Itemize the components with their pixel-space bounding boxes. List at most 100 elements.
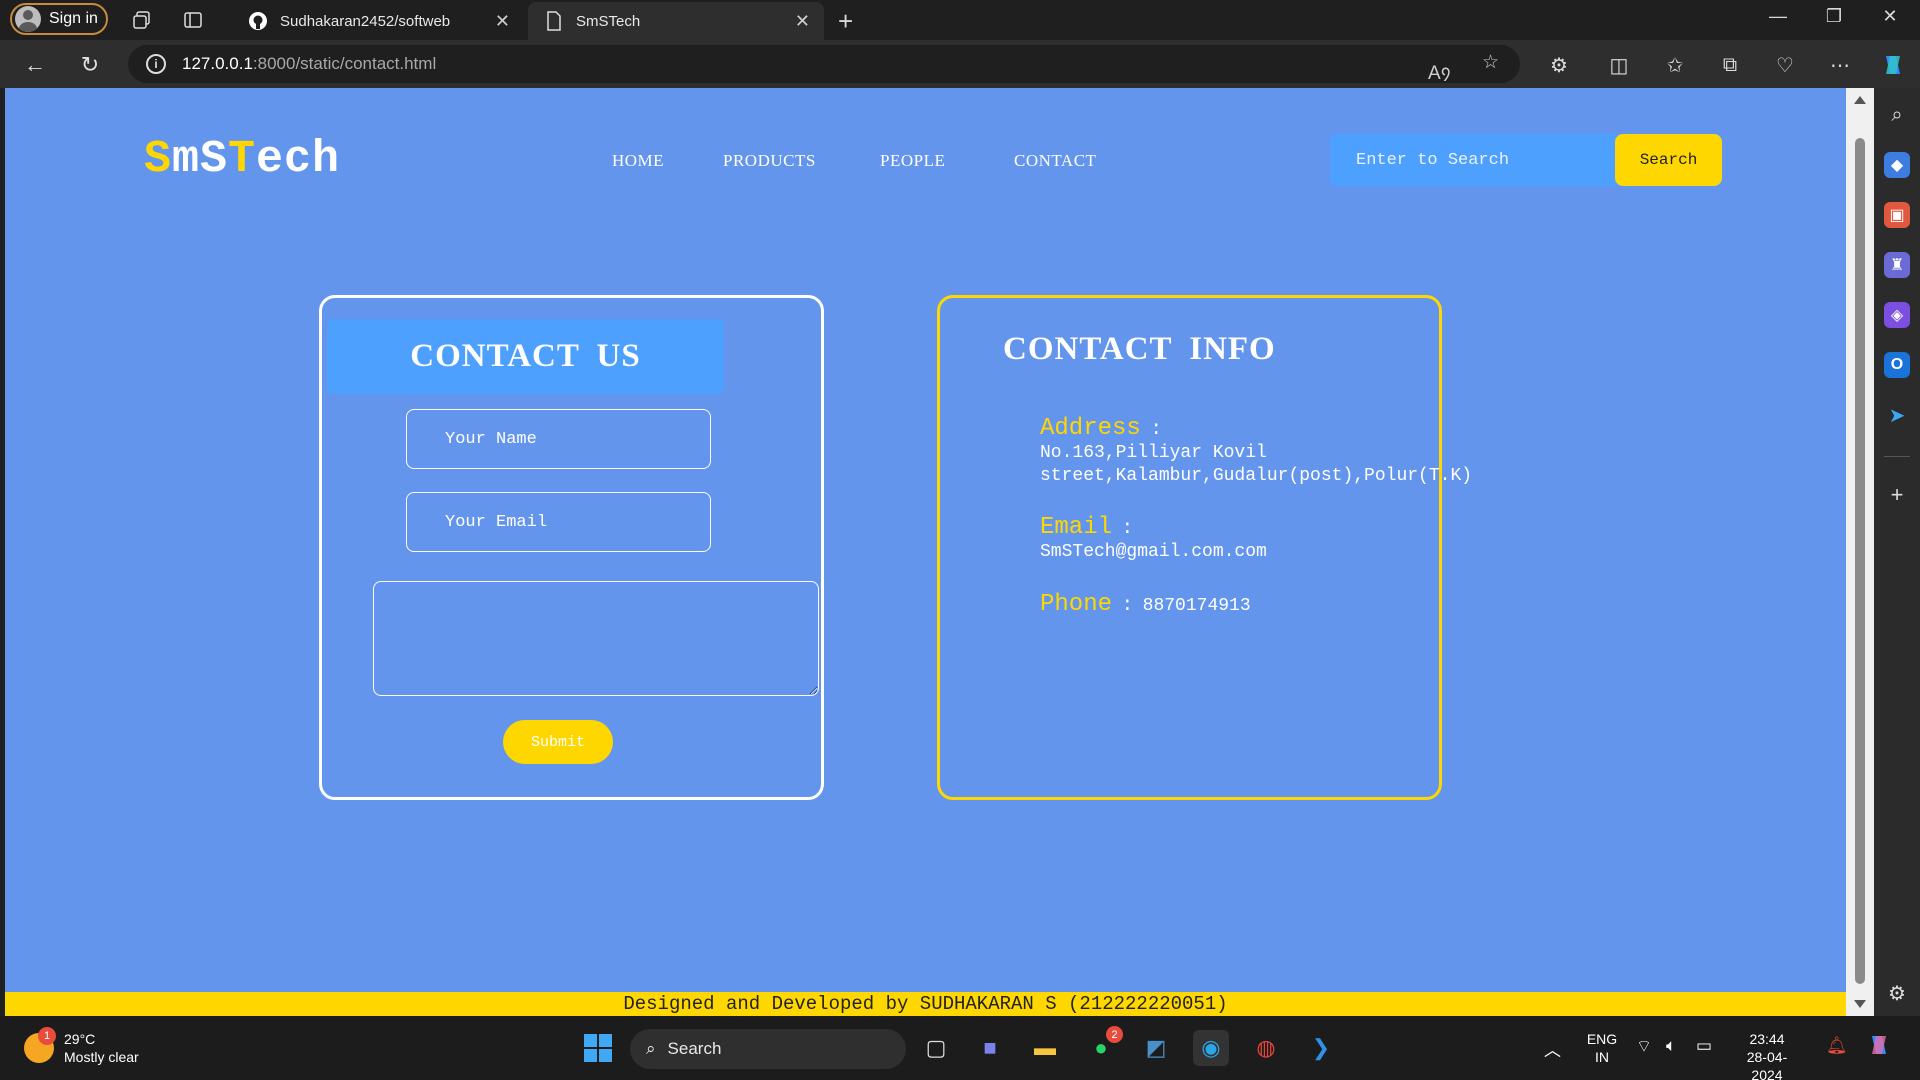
notification-bell-icon[interactable]: 🔔︎ <box>1826 1036 1848 1056</box>
browser-toolbar: ← ↻ i 127.0.0.1 :8000/static/contact.htm… <box>0 40 1920 88</box>
name-field[interactable] <box>406 409 711 469</box>
favorite-star-icon[interactable]: ☆ <box>1482 51 1499 74</box>
back-arrow-icon[interactable]: ← <box>20 50 50 80</box>
edge-browser-icon[interactable]: ◉ <box>1193 1030 1229 1066</box>
page-footer: Designed and Developed by SUDHAKARAN S (… <box>5 992 1846 1016</box>
volume-icon[interactable]: 🔈︎ <box>1666 1036 1676 1056</box>
email-value[interactable]: SmSTech@gmail.com.com <box>1040 541 1267 564</box>
address-line-2: street,Kalambur,Gudalur(post),Polur(T.K) <box>1040 466 1473 486</box>
edge-sidebar: ⌕ ◆ ▣ ♜ ◈ O ➤ + ⚙ <box>1874 88 1920 1016</box>
restore-icon[interactable]: ❐ <box>1814 6 1854 27</box>
show-hidden-icons-chevron-icon[interactable]: ︿ <box>1544 1036 1561 1061</box>
email-label: Email <box>1040 514 1113 541</box>
battery-icon[interactable]: ▭ <box>1696 1036 1712 1056</box>
start-windows-icon[interactable] <box>580 1030 616 1066</box>
message-textarea[interactable] <box>373 581 819 696</box>
collections-icon[interactable]: ⧉ <box>1715 50 1745 80</box>
contact-info-heading: CONTACT INFO <box>1003 331 1276 367</box>
github-icon <box>248 11 268 31</box>
language-indicator[interactable]: ENG IN <box>1584 1030 1620 1066</box>
nav-products[interactable]: PRODUCTS <box>723 151 816 171</box>
web-page: SmSTech HOME PRODUCTS PEOPLE CONTACT Sea… <box>5 88 1846 1016</box>
weather-temp: 29°C <box>64 1031 96 1047</box>
close-tab-icon[interactable]: ✕ <box>495 11 510 32</box>
tab-github[interactable]: Sudhakaran2452/softweb ✕ <box>232 2 524 40</box>
browser-essentials-icon[interactable]: ♡ <box>1770 50 1800 80</box>
phone-block: Phone : 8870174913 <box>1040 591 1251 618</box>
search-input[interactable] <box>1330 134 1616 186</box>
address-line-1: No.163,Pilliyar Kovil <box>1040 443 1267 463</box>
snipping-tool-icon[interactable]: ◩ <box>1138 1030 1174 1066</box>
minimize-icon[interactable]: — <box>1758 6 1798 27</box>
email-field[interactable] <box>406 492 711 552</box>
tab-actions-icon[interactable] <box>179 6 207 34</box>
address-bar[interactable]: i 127.0.0.1 :8000/static/contact.html A᠀… <box>128 45 1520 85</box>
teams-chat-icon[interactable]: ■ <box>972 1030 1008 1066</box>
page-scrollbar[interactable] <box>1846 88 1874 1016</box>
weather-widget[interactable]: 1 29°C Mostly clear <box>24 1027 139 1066</box>
games-icon[interactable]: ♜ <box>1884 252 1910 278</box>
microsoft-365-icon[interactable]: ◈ <box>1884 302 1910 328</box>
nav-home[interactable]: HOME <box>612 151 664 171</box>
scroll-thumb[interactable] <box>1855 138 1865 984</box>
vscode-icon[interactable]: ❯ <box>1303 1030 1339 1066</box>
clock[interactable]: 23:44 28-04-2024 <box>1732 1030 1802 1080</box>
whatsapp-icon[interactable]: ● 2 <box>1083 1026 1123 1066</box>
contact-us-heading: CONTACT US <box>327 319 724 394</box>
scroll-down-arrow-icon[interactable] <box>1854 1000 1866 1008</box>
send-icon[interactable]: ➤ <box>1884 402 1910 428</box>
chrome-icon[interactable]: ◍ <box>1248 1030 1284 1066</box>
copilot-taskbar-icon[interactable] <box>1866 1032 1892 1063</box>
favorites-icon[interactable]: ✩ <box>1660 50 1690 80</box>
new-tab-button[interactable]: + <box>838 6 853 37</box>
task-view-icon[interactable]: ▢ <box>918 1030 954 1066</box>
extensions-icon[interactable]: ⚙ <box>1544 50 1574 80</box>
outlook-icon[interactable]: O <box>1884 352 1910 378</box>
nav-people[interactable]: PEOPLE <box>880 151 945 171</box>
more-options-icon[interactable]: ⋯ <box>1825 50 1855 80</box>
site-search: Search <box>1330 134 1722 186</box>
sidebar-settings-gear-icon[interactable]: ⚙ <box>1884 980 1910 1006</box>
logo-part-ech: ech <box>256 134 341 185</box>
region-code: IN <box>1595 1049 1609 1065</box>
weather-badge: 1 <box>38 1027 56 1045</box>
contact-form-card: CONTACT US Submit <box>319 295 824 800</box>
tab-smstech[interactable]: SmSTech ✕ <box>528 2 824 40</box>
add-sidebar-icon[interactable]: + <box>1884 482 1910 508</box>
nav-contact[interactable]: CONTACT <box>1014 151 1096 171</box>
submit-button[interactable]: Submit <box>503 720 613 764</box>
address-label: Address <box>1040 415 1141 442</box>
split-screen-icon[interactable]: ◫ <box>1604 50 1634 80</box>
read-aloud-icon[interactable]: A᠀ <box>1428 51 1451 85</box>
clock-date: 28-04-2024 <box>1746 1049 1788 1080</box>
wifi-icon[interactable]: ⌔ <box>1636 1036 1652 1057</box>
copilot-icon[interactable] <box>1878 50 1908 80</box>
windows-taskbar: 1 29°C Mostly clear ⌕ Search ▢ ■ ▬ ● 2 ◩… <box>0 1016 1920 1080</box>
shopping-tag-icon[interactable]: ◆ <box>1884 152 1910 178</box>
profile-avatar-icon <box>15 6 41 32</box>
site-info-icon[interactable]: i <box>146 54 166 74</box>
phone-value[interactable]: 8870174913 <box>1143 596 1251 616</box>
taskbar-search-label: Search <box>667 1039 722 1058</box>
whatsapp-badge: 2 <box>1106 1026 1123 1043</box>
tools-icon[interactable]: ▣ <box>1884 202 1910 228</box>
email-block: Email : SmSTech@gmail.com.com <box>1040 514 1267 564</box>
sign-in-button[interactable]: Sign in <box>10 3 108 35</box>
workspaces-icon[interactable] <box>128 6 156 34</box>
tab-title: Sudhakaran2452/softweb <box>280 12 451 30</box>
site-logo[interactable]: SmSTech <box>144 134 340 185</box>
phone-label: Phone <box>1040 591 1113 618</box>
search-button[interactable]: Search <box>1615 134 1722 186</box>
sidebar-search-icon[interactable]: ⌕ <box>1884 102 1910 128</box>
logo-letter-t: T <box>228 134 257 185</box>
address-colon: : <box>1150 418 1162 440</box>
address-block: Address : No.163,Pilliyar Kovil street,K… <box>1040 415 1472 488</box>
file-explorer-icon[interactable]: ▬ <box>1027 1030 1063 1066</box>
sign-in-label: Sign in <box>49 10 98 27</box>
sidebar-divider <box>1884 456 1910 457</box>
taskbar-search[interactable]: ⌕ Search <box>630 1029 906 1069</box>
close-window-icon[interactable]: ✕ <box>1870 6 1910 27</box>
close-tab-icon[interactable]: ✕ <box>795 11 810 32</box>
scroll-up-arrow-icon[interactable] <box>1854 96 1866 104</box>
refresh-icon[interactable]: ↻ <box>75 50 105 80</box>
